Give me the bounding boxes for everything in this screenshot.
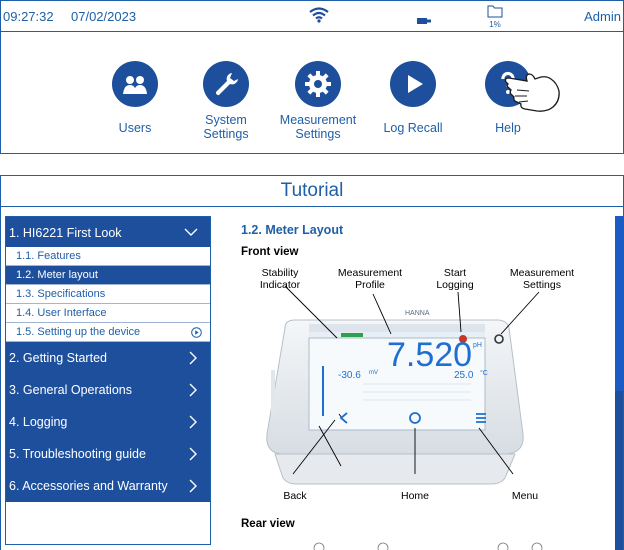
measurement-settings-label: Measurement Settings	[279, 113, 357, 141]
section-label: 2. Getting Started	[9, 351, 107, 365]
wrench-icon	[203, 61, 249, 107]
help-label: Help	[495, 121, 521, 135]
chevron-right-icon	[188, 383, 198, 400]
device-reading-unit: pH	[473, 342, 482, 349]
chevron-right-icon	[188, 415, 198, 432]
home-screen: 09:27:32 07/02/2023 1% Admin Users Syste…	[0, 0, 624, 154]
users-label: Users	[118, 121, 152, 135]
subsection-user-interface[interactable]: 1.4. User Interface	[6, 304, 210, 323]
device-mv-unit: mV	[369, 370, 378, 376]
section-label: 3. General Operations	[9, 383, 132, 397]
play-icon	[390, 61, 436, 107]
callout-back: Back	[283, 490, 307, 502]
users-button[interactable]: Users	[85, 61, 185, 135]
status-user[interactable]: Admin	[584, 9, 621, 24]
subsection-label: 1.5. Setting up the device	[16, 326, 141, 338]
tutorial-screen: Tutorial 1. HI6221 First Look 1.1. Featu…	[0, 175, 624, 550]
section-accessories[interactable]: 6. Accessories and Warranty	[6, 470, 210, 502]
wifi-icon	[309, 7, 329, 26]
section-label: 4. Logging	[9, 415, 68, 429]
gear-icon	[295, 61, 341, 107]
tutorial-content: 1.2. Meter Layout Front view Stability I…	[223, 216, 615, 550]
section-label: 6. Accessories and Warranty	[9, 479, 168, 493]
section-label: 1. HI6221 First Look	[9, 226, 122, 240]
status-bar: 09:27:32 07/02/2023 1% Admin	[1, 1, 623, 32]
section-general-operations[interactable]: 3. General Operations	[6, 374, 210, 406]
status-time: 09:27:32	[3, 9, 54, 24]
section-first-look[interactable]: 1. HI6221 First Look	[6, 217, 210, 247]
callout-menu: Menu	[511, 490, 539, 502]
chevron-right-icon	[188, 447, 198, 464]
tutorial-title: Tutorial	[1, 176, 623, 207]
subsection-specifications[interactable]: 1.3. Specifications	[6, 285, 210, 304]
section-logging[interactable]: 4. Logging	[6, 406, 210, 438]
system-settings-label: System Settings	[203, 113, 249, 141]
device-brand: HANNA	[405, 310, 430, 317]
status-date: 07/02/2023	[71, 9, 137, 24]
usb-icon	[417, 13, 433, 28]
log-recall-button[interactable]: Log Recall	[363, 61, 463, 135]
users-icon	[112, 61, 158, 107]
rear-view-heading: Rear view	[241, 518, 295, 530]
pointing-hand-icon	[503, 69, 563, 120]
callout-home: Home	[400, 490, 429, 502]
chevron-down-icon	[184, 226, 198, 240]
section-label: 5. Troubleshooting guide	[9, 447, 146, 461]
chevron-right-icon	[188, 351, 198, 368]
section-getting-started[interactable]: 2. Getting Started	[6, 342, 210, 374]
subsection-meter-layout[interactable]: 1.2. Meter layout	[6, 266, 210, 285]
subsection-list: 1.1. Features 1.2. Meter layout 1.3. Spe…	[6, 247, 210, 342]
tutorial-sidebar: 1. HI6221 First Look 1.1. Features 1.2. …	[5, 216, 211, 545]
chevron-right-icon	[188, 479, 198, 496]
storage-percent: 1%	[489, 20, 501, 29]
log-recall-label: Log Recall	[383, 121, 443, 135]
section-troubleshooting[interactable]: 5. Troubleshooting guide	[6, 438, 210, 470]
storage-folder-icon[interactable]: 1%	[485, 4, 505, 29]
measurement-settings-button[interactable]: Measurement Settings	[268, 61, 368, 141]
device-mv-value: -30.6	[338, 370, 361, 381]
device-temperature-unit: °C	[480, 370, 488, 377]
system-settings-button[interactable]: System Settings	[176, 61, 276, 141]
device-temperature: 25.0	[454, 370, 474, 381]
subsection-features[interactable]: 1.1. Features	[6, 247, 210, 266]
rear-view-preview	[313, 542, 543, 550]
scrollbar-thumb[interactable]	[615, 216, 623, 391]
subsection-setting-up[interactable]: 1.5. Setting up the device	[6, 323, 210, 342]
